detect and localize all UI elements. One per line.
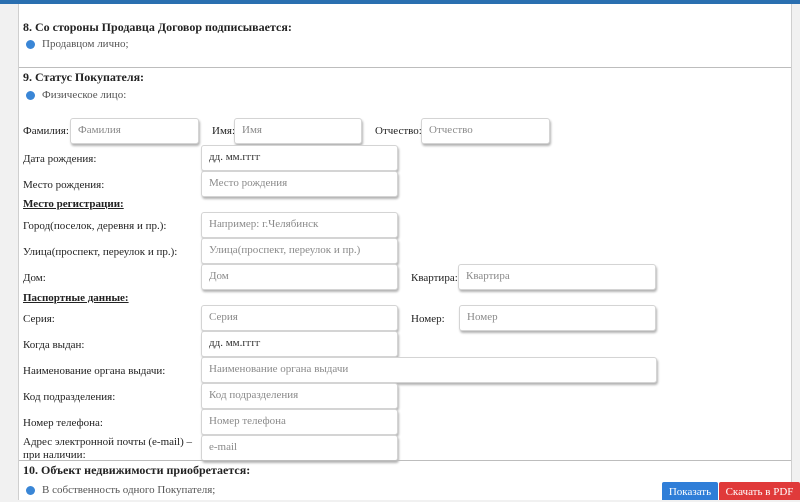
section-8-title: 8. Со стороны Продавца Договор подписыва… xyxy=(23,20,292,34)
birth-place-input[interactable]: Место рождения xyxy=(201,171,398,197)
email-label-line1: Адрес электронной почты (e-mail) – xyxy=(23,436,193,448)
radio-single-buyer-label: В собственность одного Покупателя; xyxy=(42,484,216,496)
number-label: Номер: xyxy=(411,313,445,325)
apartment-label: Квартира: xyxy=(411,272,458,284)
section-10-title: 10. Объект недвижимости приобретается: xyxy=(23,463,251,477)
authority-input[interactable]: Наименование органа выдачи xyxy=(201,357,657,383)
passport-title: Паспортные данные: xyxy=(23,292,129,304)
passport-number-input[interactable]: Номер xyxy=(459,305,656,331)
division-code-label: Код подразделения: xyxy=(23,391,116,403)
registration-title: Место регистрации: xyxy=(23,198,124,210)
patronymic-input[interactable]: Отчество xyxy=(421,118,550,144)
birth-place-label: Место рождения: xyxy=(23,179,105,191)
show-button[interactable]: Показать xyxy=(662,482,718,500)
authority-label: Наименование органа выдачи: xyxy=(23,365,166,377)
issued-label: Когда выдан: xyxy=(23,339,85,351)
street-input[interactable]: Улица(проспект, переулок и пр.) xyxy=(201,238,398,264)
phone-label: Номер телефона: xyxy=(23,417,103,429)
birth-date-input[interactable]: дд. мм.гггг xyxy=(201,145,398,171)
surname-input[interactable]: Фамилия xyxy=(70,118,199,144)
divider xyxy=(19,460,791,461)
series-label: Серия: xyxy=(23,313,55,325)
radio-seller-personally-label: Продавцом лично; xyxy=(42,38,129,50)
download-pdf-button[interactable]: Скачать в PDF xyxy=(719,482,800,500)
series-input[interactable]: Серия xyxy=(201,305,398,331)
radio-single-buyer[interactable] xyxy=(26,486,35,495)
issued-date-input[interactable]: дд. мм.гггг xyxy=(201,331,398,357)
contract-form: 8. Со стороны Продавца Договор подписыва… xyxy=(18,4,792,500)
street-label: Улица(проспект, переулок и пр.): xyxy=(23,246,178,258)
city-input[interactable]: Например: г.Челябинск xyxy=(201,212,398,238)
section-9-title: 9. Статус Покупателя: xyxy=(23,70,145,84)
radio-individual[interactable] xyxy=(26,91,35,100)
house-label: Дом: xyxy=(23,272,46,284)
radio-individual-label: Физическое лицо: xyxy=(42,89,127,101)
surname-label: Фамилия: xyxy=(23,125,69,137)
divider xyxy=(19,67,791,68)
division-code-input[interactable]: Код подразделения xyxy=(201,383,398,409)
radio-seller-personally[interactable] xyxy=(26,40,35,49)
house-input[interactable]: Дом xyxy=(201,264,398,290)
city-label: Город(поселок, деревня и пр.): xyxy=(23,220,167,232)
phone-input[interactable]: Номер телефона xyxy=(201,409,398,435)
name-input[interactable]: Имя xyxy=(234,118,362,144)
email-input[interactable]: e-mail xyxy=(201,435,398,461)
name-label: Имя: xyxy=(212,125,236,137)
patronymic-label: Отчество: xyxy=(375,125,422,137)
apartment-input[interactable]: Квартира xyxy=(458,264,656,290)
birth-date-label: Дата рождения: xyxy=(23,153,97,165)
